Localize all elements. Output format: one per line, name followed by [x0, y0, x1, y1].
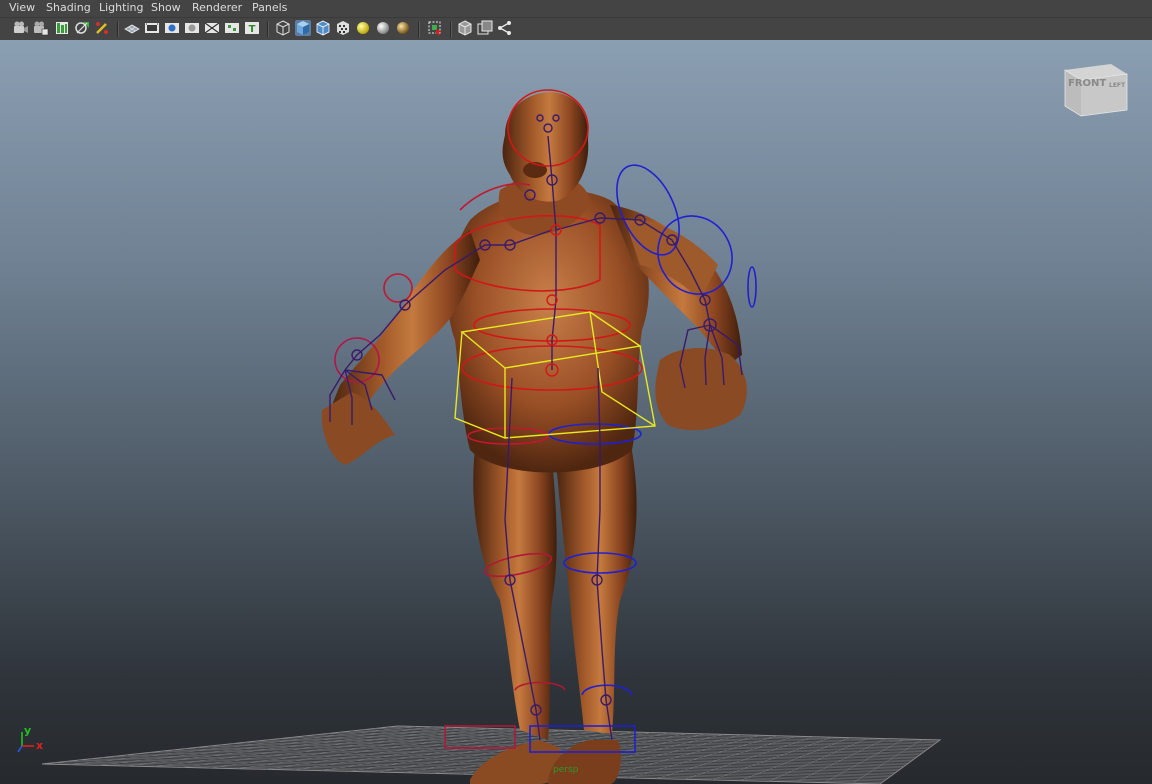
- screen-space-ao-icon[interactable]: [395, 20, 411, 36]
- menu-lighting[interactable]: Lighting: [99, 1, 143, 15]
- grease-pencil-icon[interactable]: [94, 20, 110, 36]
- safe-action-icon[interactable]: [224, 20, 240, 36]
- scene-view[interactable]: [0, 40, 1152, 784]
- textured-icon[interactable]: [335, 20, 351, 36]
- film-gate-icon[interactable]: [144, 20, 160, 36]
- image-plane-icon[interactable]: [54, 20, 70, 36]
- resolution-gate-icon[interactable]: [164, 20, 180, 36]
- panel-toolbar: T: [0, 18, 1152, 41]
- view-cube-front-label[interactable]: FRONT: [1068, 78, 1106, 89]
- use-all-lights-icon[interactable]: [355, 20, 371, 36]
- field-chart-icon[interactable]: [204, 20, 220, 36]
- menu-renderer[interactable]: Renderer: [192, 1, 242, 15]
- svg-text:T: T: [249, 24, 256, 35]
- select-camera-icon[interactable]: [13, 20, 29, 36]
- toolbar-separator: [117, 21, 119, 37]
- camera-name-label: persp: [553, 765, 579, 775]
- axis-y-label: y: [24, 724, 32, 737]
- smooth-shade-icon[interactable]: [295, 20, 311, 36]
- shadows-icon[interactable]: [375, 20, 391, 36]
- view-cube-side-label[interactable]: LEFT: [1109, 82, 1125, 89]
- menu-view[interactable]: View: [9, 1, 35, 15]
- wireframe-on-shaded-icon[interactable]: [315, 20, 331, 36]
- view-cube[interactable]: FRONT LEFT: [1063, 58, 1129, 118]
- maya-viewport-panel: View Shading Lighting Show Renderer Pane…: [0, 0, 1152, 784]
- menu-panels[interactable]: Panels: [252, 1, 287, 15]
- axis-indicator: y x: [12, 724, 52, 764]
- isolate-select-icon[interactable]: [427, 20, 443, 36]
- xray-icon[interactable]: [457, 20, 473, 36]
- left-elbow-control[interactable]: [383, 273, 413, 303]
- axis-x-label: x: [36, 739, 44, 752]
- perspective-viewport[interactable]: FRONT LEFT y x persp: [0, 40, 1152, 784]
- right-wrist-control[interactable]: [747, 266, 757, 308]
- grid-icon[interactable]: [124, 20, 140, 36]
- gate-mask-icon[interactable]: [184, 20, 200, 36]
- toolbar-separator: [267, 21, 269, 37]
- wireframe-icon[interactable]: [275, 20, 291, 36]
- xray-joints-icon[interactable]: [497, 20, 513, 36]
- xray-active-components-icon[interactable]: [477, 20, 493, 36]
- menu-shading[interactable]: Shading: [46, 1, 91, 15]
- bookmark-icon[interactable]: [74, 20, 90, 36]
- safe-title-icon[interactable]: T: [244, 20, 260, 36]
- panel-menu-bar: View Shading Lighting Show Renderer Pane…: [0, 0, 1152, 18]
- toolbar-separator: [450, 21, 452, 37]
- toolbar-separator: [418, 21, 420, 37]
- camera-attributes-icon[interactable]: [33, 20, 49, 36]
- menu-show[interactable]: Show: [151, 1, 181, 15]
